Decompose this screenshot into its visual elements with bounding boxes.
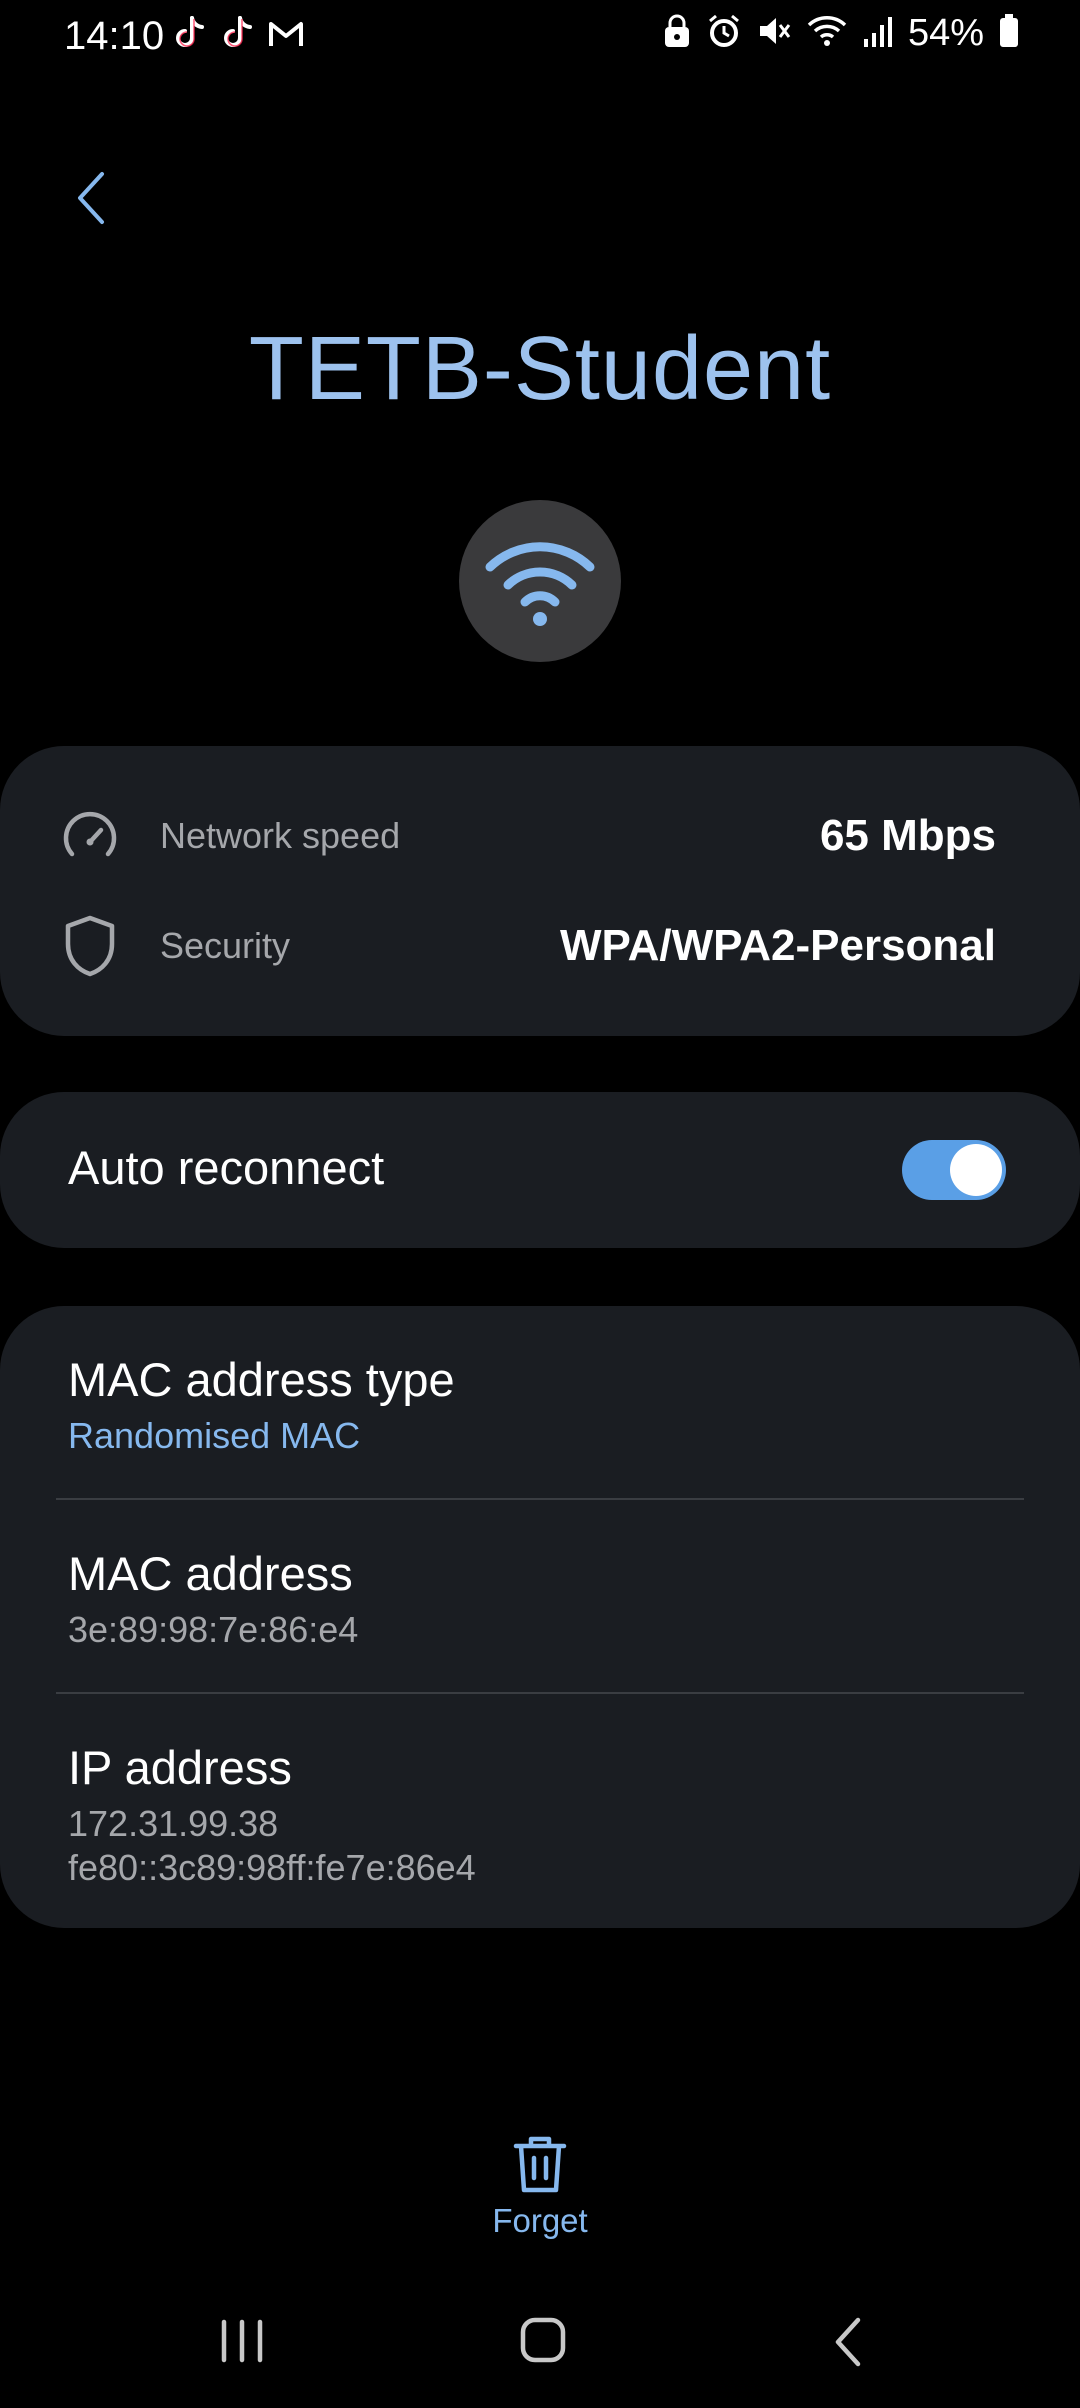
status-left-icons <box>170 14 306 59</box>
battery-percent: 54% <box>907 12 984 54</box>
divider <box>56 1692 1024 1694</box>
auto-reconnect-card[interactable]: Auto reconnect <box>0 1092 1080 1248</box>
gmail-icon <box>266 14 306 59</box>
wifi-signal-badge <box>459 500 621 662</box>
mac-type-value[interactable]: Randomised MAC <box>68 1414 360 1458</box>
alarm-icon <box>706 13 742 54</box>
battery-icon <box>998 13 1020 54</box>
network-speed-value: 65 Mbps <box>819 811 996 860</box>
network-name-title: TETB-Student <box>248 319 832 419</box>
ip-v4-value: 172.31.99.38 <box>68 1803 279 1844</box>
status-right-icons: 54% <box>662 12 1020 55</box>
divider <box>56 1498 1024 1500</box>
tiktok-icon <box>218 14 258 59</box>
network-speed-row: Network speed 65 Mbps <box>58 796 996 876</box>
back-button[interactable] <box>60 160 120 236</box>
signal-icon <box>862 13 894 54</box>
shield-icon <box>58 914 122 978</box>
nav-recents-button[interactable] <box>212 2310 272 2380</box>
chevron-left-icon <box>78 172 104 224</box>
status-time: 14:10 <box>64 14 165 58</box>
nav-back-button[interactable] <box>828 2310 868 2380</box>
wifi-icon <box>806 13 848 54</box>
network-info-card: MAC address type Randomised MAC MAC addr… <box>0 1306 1080 1928</box>
speedometer-icon <box>58 804 122 868</box>
mute-icon <box>756 13 792 54</box>
recents-icon <box>221 2319 263 2363</box>
security-value: WPA/WPA2-Personal <box>560 921 996 970</box>
forget-button[interactable] <box>510 2134 570 2196</box>
nav-home-button[interactable] <box>518 2310 568 2380</box>
network-details-card: Network speed 65 Mbps Security WPA/WPA2-… <box>0 746 1080 1036</box>
security-row: Security WPA/WPA2-Personal <box>58 906 996 986</box>
lock-icon <box>662 13 692 54</box>
chevron-left-icon <box>835 2317 861 2367</box>
trash-icon <box>513 2136 567 2193</box>
wifi-icon <box>485 542 595 626</box>
home-icon <box>520 2317 566 2363</box>
network-speed-label: Network speed <box>160 815 401 856</box>
toggle-knob <box>950 1144 1002 1196</box>
auto-reconnect-toggle[interactable] <box>902 1140 1006 1200</box>
tiktok-icon <box>170 14 210 59</box>
security-label: Security <box>160 925 291 966</box>
forget-label[interactable]: Forget <box>0 2202 1080 2240</box>
mac-address-title: MAC address <box>68 1547 353 1600</box>
auto-reconnect-label: Auto reconnect <box>68 1141 385 1194</box>
mac-address-value: 3e:89:98:7e:86:e4 <box>68 1609 359 1650</box>
mac-type-title[interactable]: MAC address type <box>68 1352 455 1407</box>
ip-v6-value: fe80::3c89:98ff:fe7e:86e4 <box>68 1847 476 1888</box>
ip-address-title: IP address <box>68 1741 292 1794</box>
